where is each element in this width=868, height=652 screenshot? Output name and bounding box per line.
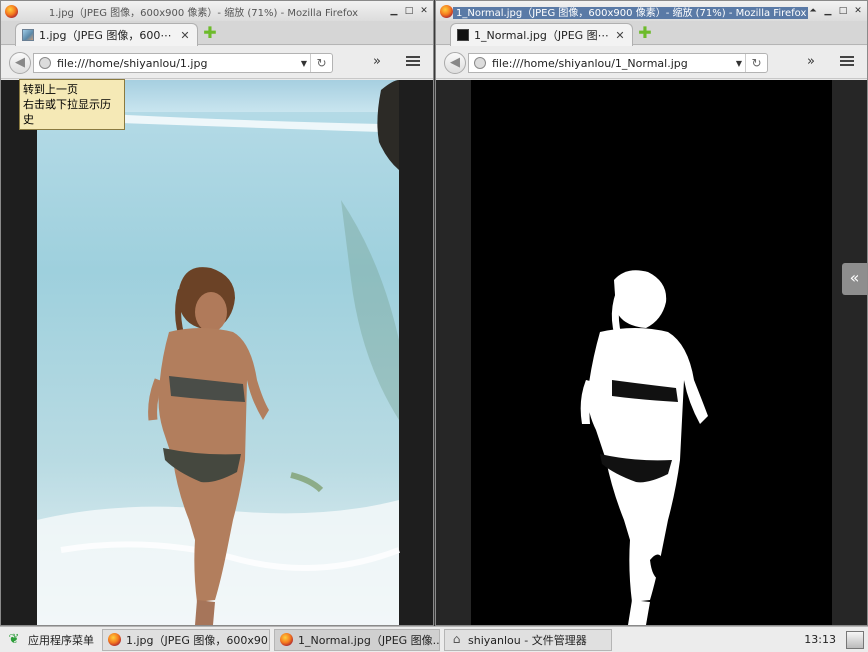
minimize-button[interactable]: ▁ [823,6,833,16]
taskbar-item-firefox-2[interactable]: 1_Normal.jpg（JPEG 图像... [274,628,440,651]
firefox-window-right: 1_Normal.jpg（JPEG 图像，600x900 像素）- 缩放 (71… [435,0,868,626]
tab-strip: 1_Normal.jpg（JPEG 图⋯ ✕ ✚ [436,21,867,46]
side-panel-toggle-icon[interactable]: « [842,263,867,295]
reload-button[interactable]: ↻ [310,54,332,72]
image-viewport [1,80,433,625]
history-dropdown-icon[interactable]: ▼ [298,59,310,68]
url-bar[interactable]: file:///home/shiyanlou/1.jpg ▼ ↻ [33,53,333,73]
home-folder-icon: ⌂ [452,632,461,646]
taskbar-item-label: 1_Normal.jpg（JPEG 图像... [298,633,440,647]
maximize-button[interactable]: □ [404,6,414,16]
url-text[interactable]: file:///home/shiyanlou/1.jpg [57,57,298,70]
back-button[interactable]: ◀ [444,52,466,74]
close-button[interactable]: ✕ [853,6,863,16]
firefox-icon [280,633,293,646]
image-favicon-icon [457,29,469,41]
tab-close-icon[interactable]: ✕ [179,29,191,42]
taskbar-item-label: shiyanlou - 文件管理器 [468,633,587,647]
title-bar[interactable]: 1_Normal.jpg（JPEG 图像，600x900 像素）- 缩放 (71… [436,1,867,21]
applications-menu-button[interactable]: ❦ 应用程序菜单 [0,628,100,652]
title-bar[interactable]: 1.jpg（JPEG 图像，600x900 像素）- 缩放 (71%) - Mo… [1,1,433,21]
firefox-window-left: 1.jpg（JPEG 图像，600x900 像素）- 缩放 (71%) - Mo… [0,0,434,626]
tab-1-normal-jpg[interactable]: 1_Normal.jpg（JPEG 图⋯ ✕ [450,23,633,46]
overflow-chevron-icon[interactable]: » [807,54,815,69]
tab-close-icon[interactable]: ✕ [614,29,626,42]
history-dropdown-icon[interactable]: ▼ [733,59,745,68]
photo-image [1,80,433,625]
taskbar-item-label: 1.jpg（JPEG 图像，600x90⋯ [126,633,270,647]
tab-label: 1_Normal.jpg（JPEG 图⋯ [474,29,609,42]
globe-icon [474,57,486,69]
window-title: 1.jpg（JPEG 图像，600x900 像素）- 缩放 (71%) - Mo… [48,7,359,19]
shade-button[interactable]: ⏶ [808,6,818,16]
firefox-icon [5,4,18,18]
url-bar[interactable]: file:///home/shiyanlou/1_Normal.jpg ▼ ↻ [468,53,768,73]
new-tab-button[interactable]: ✚ [638,25,652,41]
new-tab-button[interactable]: ✚ [203,25,217,41]
close-button[interactable]: ✕ [419,6,429,16]
globe-icon [39,57,51,69]
tooltip-line-1: 转到上一页 [23,83,78,96]
printer-tray-icon[interactable] [846,630,864,649]
firefox-icon [108,633,121,646]
leaf-icon: ❦ [8,631,20,647]
reload-button[interactable]: ↻ [745,54,767,72]
image-viewport [436,80,867,625]
tab-1-jpg[interactable]: 1.jpg（JPEG 图像，600⋯ ✕ [15,23,198,46]
taskbar-item-firefox-1[interactable]: 1.jpg（JPEG 图像，600x90⋯ [102,628,270,651]
minimize-button[interactable]: ▁ [389,6,399,16]
tab-strip: 1.jpg（JPEG 图像，600⋯ ✕ ✚ [1,21,433,46]
firefox-icon [440,4,453,18]
image-favicon-icon [22,29,34,41]
window-title: 1_Normal.jpg（JPEG 图像，600x900 像素）- 缩放 (71… [453,4,808,19]
navigation-toolbar: ◀ file:///home/shiyanlou/1_Normal.jpg ▼ … [436,46,867,79]
back-button-tooltip: 转到上一页 右击或下拉显示历史 [19,79,125,130]
clock[interactable]: 13:13 [804,633,846,646]
tooltip-line-2: 右击或下拉显示历史 [23,98,111,126]
back-button[interactable]: ◀ [9,52,31,74]
window-title-text: 1_Normal.jpg（JPEG 图像，600x900 像素）- 缩放 (71… [453,6,808,19]
mask-image [436,80,867,625]
applications-menu-label: 应用程序菜单 [28,633,94,647]
url-text[interactable]: file:///home/shiyanlou/1_Normal.jpg [492,57,733,70]
maximize-button[interactable]: □ [838,6,848,16]
overflow-chevron-icon[interactable]: » [373,54,381,69]
hamburger-menu-icon[interactable] [840,54,854,68]
tab-label: 1.jpg（JPEG 图像，600⋯ [39,29,172,42]
hamburger-menu-icon[interactable] [406,54,420,68]
taskbar: ❦ 应用程序菜单 1.jpg（JPEG 图像，600x90⋯ 1_Normal.… [0,626,868,652]
taskbar-item-file-manager[interactable]: ⌂ shiyanlou - 文件管理器 [444,628,612,651]
navigation-toolbar: ◀ file:///home/shiyanlou/1.jpg ▼ ↻ » [1,46,433,79]
